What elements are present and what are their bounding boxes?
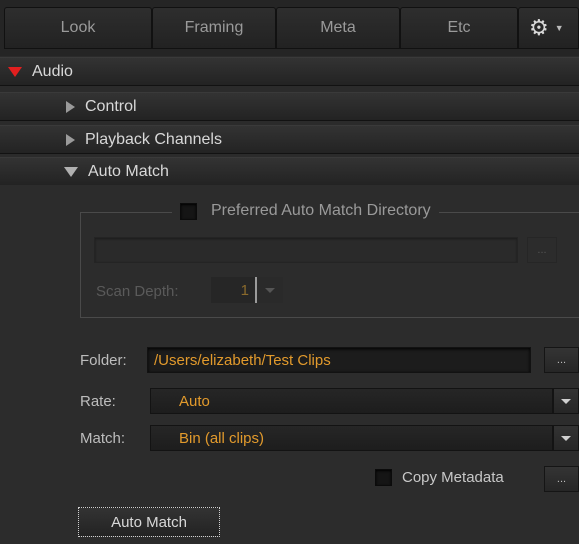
section-playback-channels[interactable]: Playback Channels — [0, 125, 579, 154]
preferred-directory-path-field[interactable] — [94, 237, 518, 263]
tab-label: Etc — [447, 19, 471, 36]
copy-metadata-options-button[interactable]: ... — [544, 466, 579, 492]
section-label: Auto Match — [88, 162, 169, 180]
scan-depth-stepper[interactable]: 1 — [211, 277, 283, 303]
chevron-down-icon — [561, 435, 571, 441]
settings-menu-button[interactable]: ⚙ ▼ — [518, 7, 579, 49]
gear-icon: ⚙ — [529, 15, 549, 40]
chevron-down-icon — [561, 398, 571, 404]
collapsed-triangle-icon — [66, 133, 75, 146]
collapsed-triangle-icon — [66, 100, 75, 113]
preferred-directory-checkbox[interactable] — [180, 202, 197, 220]
scan-depth-dropdown[interactable] — [257, 277, 283, 303]
rate-dropdown-button[interactable] — [553, 388, 579, 414]
chevron-down-icon: ▼ — [554, 23, 564, 33]
tab-etc[interactable]: Etc — [400, 7, 518, 49]
tab-label: Framing — [184, 19, 244, 36]
scan-depth-label: Scan Depth: — [96, 283, 179, 300]
preferred-directory-legend: Preferred Auto Match Directory — [172, 202, 439, 220]
expanded-triangle-icon — [8, 66, 22, 77]
match-select[interactable]: Bin (all clips) — [150, 425, 553, 451]
tab-meta[interactable]: Meta — [276, 7, 400, 49]
section-audio[interactable]: Audio — [0, 57, 579, 86]
rate-label: Rate: — [80, 393, 116, 410]
expanded-triangle-icon — [64, 166, 78, 177]
auto-match-button[interactable]: Auto Match — [78, 507, 220, 537]
chevron-down-icon — [265, 287, 275, 293]
folder-browse-button[interactable]: ... — [544, 347, 579, 373]
tab-label: Meta — [320, 19, 356, 36]
preferred-directory-browse-button[interactable]: ... — [527, 237, 557, 263]
preferred-directory-group — [80, 212, 579, 318]
tab-framing[interactable]: Framing — [152, 7, 276, 49]
section-label: Control — [85, 97, 137, 115]
copy-metadata-checkbox[interactable] — [375, 469, 392, 486]
tab-bar: Look Framing Meta Etc ⚙ ▼ — [0, 0, 579, 56]
copy-metadata-label: Copy Metadata — [402, 469, 504, 486]
section-auto-match[interactable]: Auto Match — [0, 157, 579, 186]
section-label: Audio — [32, 62, 73, 80]
copy-metadata-option: Copy Metadata — [375, 469, 504, 486]
scan-depth-value[interactable]: 1 — [211, 277, 257, 303]
tab-label: Look — [60, 19, 96, 36]
section-control[interactable]: Control — [0, 92, 579, 121]
match-dropdown-button[interactable] — [553, 425, 579, 451]
preferred-directory-label: Preferred Auto Match Directory — [211, 202, 431, 219]
folder-path-field[interactable]: /Users/elizabeth/Test Clips — [147, 347, 531, 373]
tab-look[interactable]: Look — [4, 7, 152, 49]
folder-label: Folder: — [80, 352, 127, 369]
match-label: Match: — [80, 430, 126, 447]
section-label: Playback Channels — [85, 130, 222, 148]
rate-select[interactable]: Auto — [150, 388, 553, 414]
